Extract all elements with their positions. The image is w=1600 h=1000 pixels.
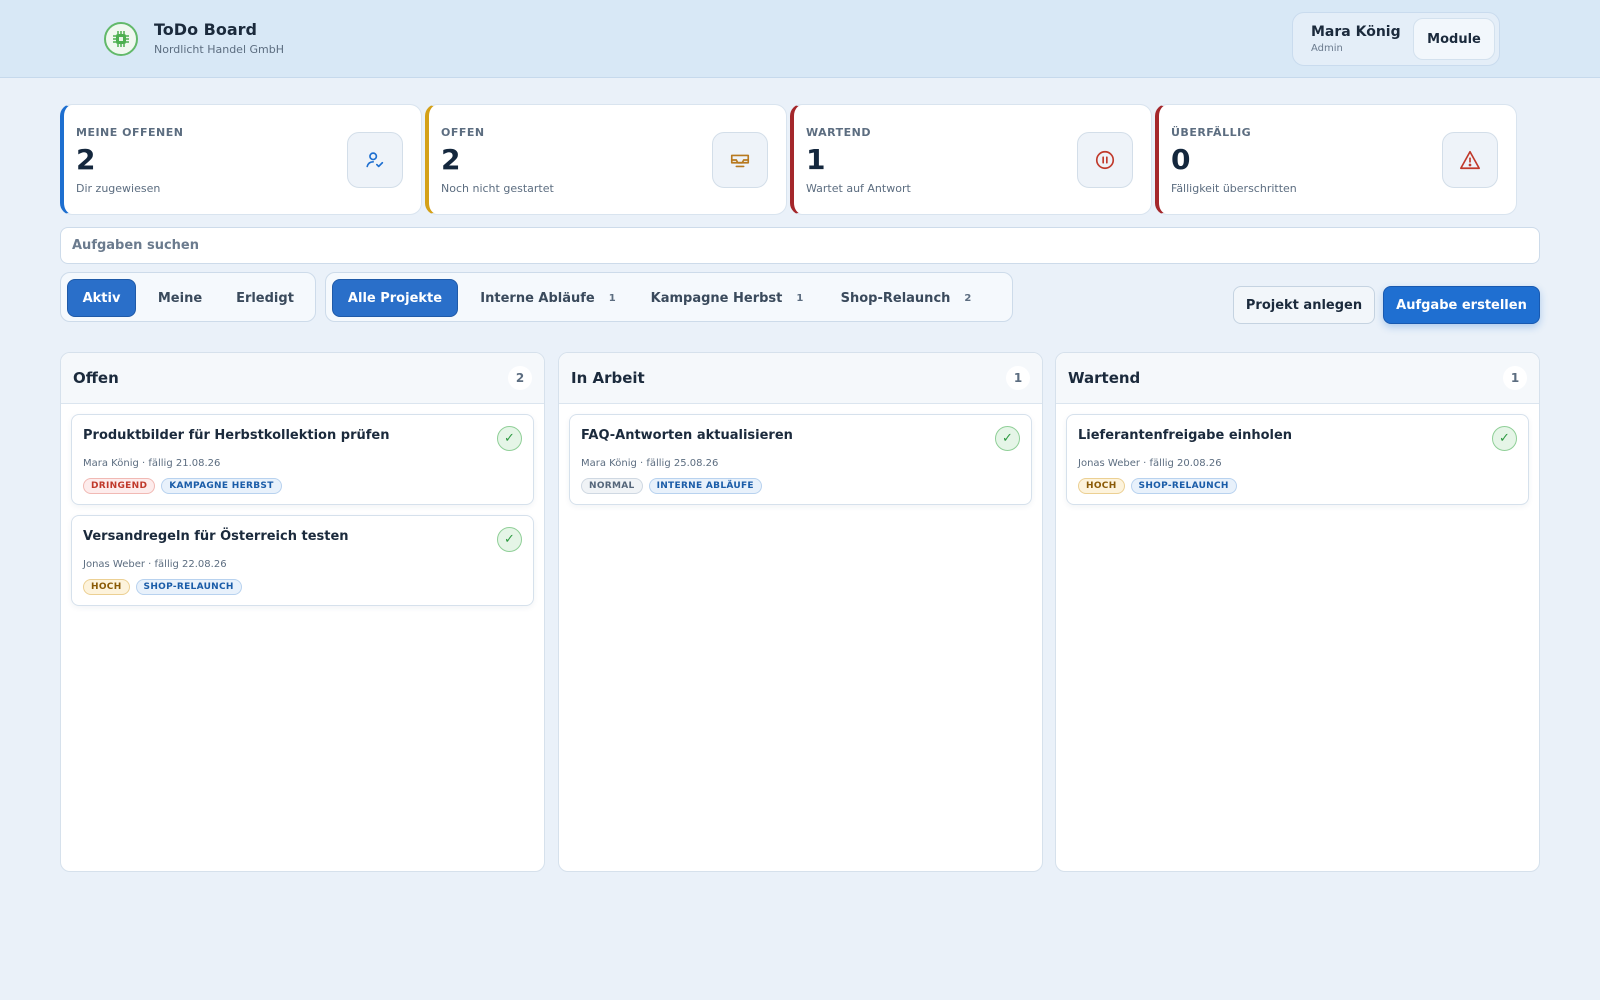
- search-input[interactable]: [60, 227, 1540, 264]
- task-tags: HOCH SHOP-RELAUNCH: [83, 579, 242, 595]
- app-title: ToDo Board: [154, 20, 257, 39]
- create-task-button[interactable]: Aufgabe erstellen: [1383, 286, 1540, 324]
- module-button[interactable]: Module: [1413, 18, 1495, 60]
- stat-label: MEINE OFFENEN: [76, 126, 184, 139]
- column-title: Offen: [73, 369, 119, 387]
- priority-badge: NORMAL: [581, 478, 643, 494]
- filter-label: Shop-Relaunch: [840, 290, 951, 306]
- stat-card-waiting: WARTEND 1 Wartet auf Antwort: [790, 104, 1152, 215]
- column-wartend: Wartend 1 Lieferantenfreigabe einholen J…: [1055, 352, 1540, 872]
- status-filter: Aktiv Meine Erledigt: [60, 272, 316, 322]
- pause-icon: [1077, 132, 1133, 188]
- priority-badge: HOCH: [83, 579, 130, 595]
- stat-subtitle: Fälligkeit überschritten: [1171, 182, 1297, 195]
- project-badge: SHOP-RELAUNCH: [135, 579, 242, 595]
- stat-label: WARTEND: [806, 126, 871, 139]
- filter-label: Kampagne Herbst: [650, 290, 783, 306]
- app-logo-icon: [104, 22, 138, 56]
- complete-check-icon[interactable]: ✓: [1492, 426, 1517, 451]
- column-count: 1: [1006, 366, 1030, 390]
- stat-label: OFFEN: [441, 126, 485, 139]
- stat-card-open: OFFEN 2 Noch nicht gestartet: [425, 104, 787, 215]
- warning-icon: [1442, 132, 1498, 188]
- user-name: Mara König: [1311, 24, 1401, 40]
- stat-subtitle: Wartet auf Antwort: [806, 182, 911, 195]
- filter-project-shop-relaunch[interactable]: Shop-Relaunch 2: [826, 279, 986, 317]
- filter-erledigt[interactable]: Erledigt: [221, 279, 309, 317]
- priority-badge: DRINGEND: [83, 478, 156, 494]
- filter-project-kampagne-herbst[interactable]: Kampagne Herbst 1: [638, 279, 816, 317]
- filter-count: 1: [796, 292, 804, 304]
- stat-card-overdue: ÜBERFÄLLIG 0 Fälligkeit überschritten: [1155, 104, 1517, 215]
- filter-project-interne-ablaeufe[interactable]: Interne Abläufe 1: [468, 279, 628, 317]
- stat-card-my-open: MEINE OFFENEN 2 Dir zugewiesen: [60, 104, 422, 215]
- task-meta: Jonas Weber · fällig 20.08.26: [1078, 458, 1222, 469]
- task-card[interactable]: Lieferantenfreigabe einholen Jonas Weber…: [1066, 414, 1529, 505]
- filter-label: Interne Abläufe: [480, 290, 595, 306]
- user-panel: Mara König Admin Module: [1292, 12, 1500, 66]
- complete-check-icon[interactable]: ✓: [497, 426, 522, 451]
- task-tags: HOCH SHOP-RELAUNCH: [1078, 478, 1237, 494]
- complete-check-icon[interactable]: ✓: [995, 426, 1020, 451]
- project-badge: INTERNE ABLÄUFE: [648, 478, 762, 494]
- task-card[interactable]: FAQ-Antworten aktualisieren Mara König ·…: [569, 414, 1032, 505]
- project-badge: SHOP-RELAUNCH: [1130, 478, 1237, 494]
- filter-aktiv[interactable]: Aktiv: [67, 279, 136, 317]
- task-title: Produktbilder für Herbstkollektion prüfe…: [83, 428, 390, 443]
- column-header: Offen 2: [61, 353, 544, 404]
- column-header: In Arbeit 1: [559, 353, 1042, 404]
- stat-value: 0: [1171, 143, 1191, 176]
- app-header: ToDo Board Nordlicht Handel GmbH Mara Kö…: [0, 0, 1600, 78]
- stat-subtitle: Dir zugewiesen: [76, 182, 161, 195]
- project-filter: Alle Projekte Interne Abläufe 1 Kampagne…: [325, 272, 1013, 322]
- task-card[interactable]: Produktbilder für Herbstkollektion prüfe…: [71, 414, 534, 505]
- task-meta: Mara König · fällig 25.08.26: [581, 458, 719, 469]
- task-card[interactable]: Versandregeln für Österreich testen Jona…: [71, 515, 534, 606]
- column-count: 1: [1503, 366, 1527, 390]
- filter-count: 2: [964, 292, 972, 304]
- column-title: Wartend: [1068, 369, 1141, 387]
- task-meta: Jonas Weber · fällig 22.08.26: [83, 559, 227, 570]
- complete-check-icon[interactable]: ✓: [497, 527, 522, 552]
- column-in-arbeit: In Arbeit 1 FAQ-Antworten aktualisieren …: [558, 352, 1043, 872]
- task-tags: NORMAL INTERNE ABLÄUFE: [581, 478, 762, 494]
- task-title: Versandregeln für Österreich testen: [83, 529, 349, 544]
- stat-label: ÜBERFÄLLIG: [1171, 126, 1252, 139]
- task-title: Lieferantenfreigabe einholen: [1078, 428, 1293, 443]
- column-offen: Offen 2 Produktbilder für Herbstkollekti…: [60, 352, 545, 872]
- priority-badge: HOCH: [1078, 478, 1125, 494]
- task-title: FAQ-Antworten aktualisieren: [581, 428, 793, 443]
- filter-meine[interactable]: Meine: [144, 279, 216, 317]
- user-role: Admin: [1311, 43, 1343, 54]
- task-tags: DRINGEND KAMPAGNE HERBST: [83, 478, 282, 494]
- column-count: 2: [508, 366, 532, 390]
- task-meta: Mara König · fällig 21.08.26: [83, 458, 221, 469]
- company-name: Nordlicht Handel GmbH: [154, 43, 284, 56]
- stat-subtitle: Noch nicht gestartet: [441, 182, 554, 195]
- column-header: Wartend 1: [1056, 353, 1539, 404]
- inbox-icon: [712, 132, 768, 188]
- column-title: In Arbeit: [571, 369, 645, 387]
- user-check-icon: [347, 132, 403, 188]
- stat-value: 2: [441, 143, 461, 176]
- stat-value: 2: [76, 143, 96, 176]
- filter-all-projects[interactable]: Alle Projekte: [332, 279, 458, 317]
- create-project-button[interactable]: Projekt anlegen: [1233, 286, 1375, 324]
- project-badge: KAMPAGNE HERBST: [161, 478, 282, 494]
- stat-value: 1: [806, 143, 826, 176]
- filter-label: Alle Projekte: [347, 290, 443, 306]
- filter-count: 1: [608, 292, 616, 304]
